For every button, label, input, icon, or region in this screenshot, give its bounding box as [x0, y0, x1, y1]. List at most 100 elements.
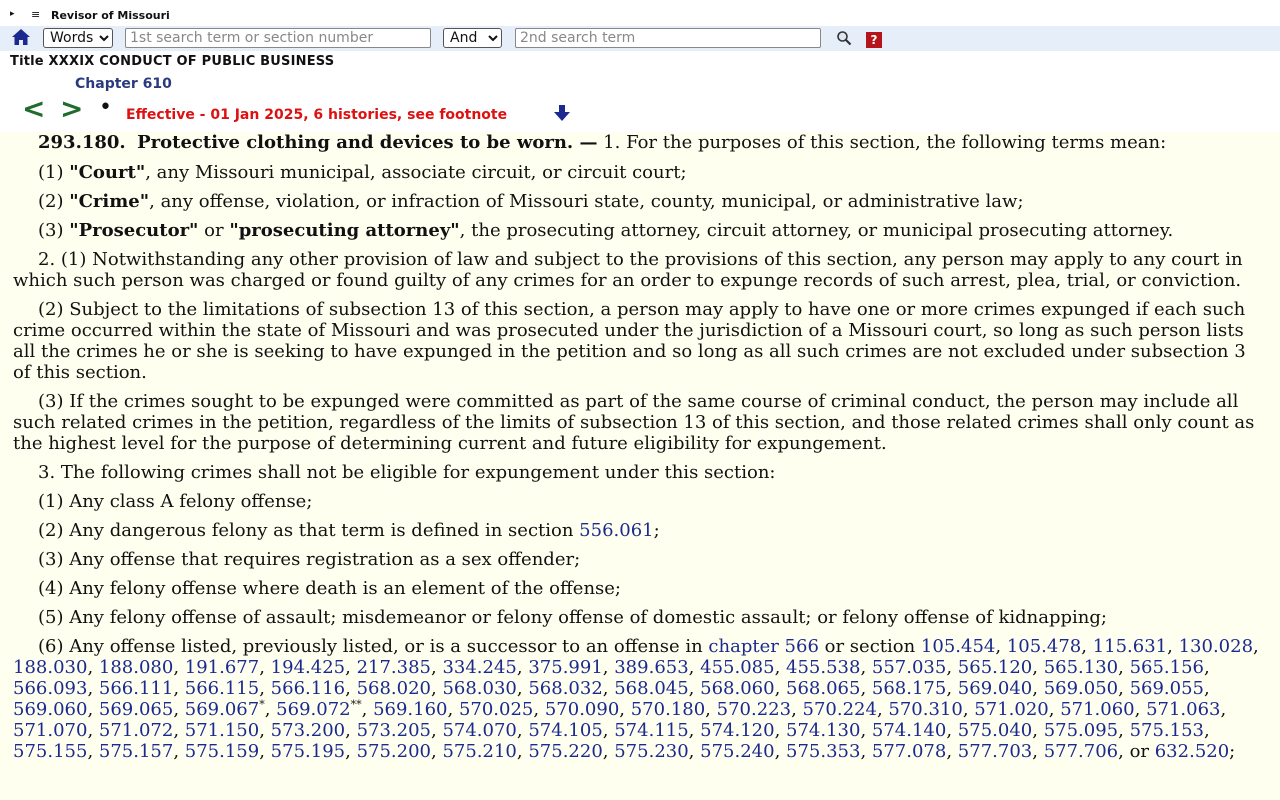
- section-link[interactable]: 571.070: [13, 720, 87, 741]
- section-link[interactable]: 556.061: [579, 520, 653, 541]
- section-link[interactable]: 574.130: [786, 720, 860, 741]
- menu-icon[interactable]: ≡: [31, 8, 40, 21]
- section-link[interactable]: 575.220: [528, 741, 602, 762]
- section-link[interactable]: 574.115: [614, 720, 688, 741]
- section-link[interactable]: 568.065: [786, 678, 860, 699]
- expand-arrow-icon[interactable]: ▸: [10, 9, 15, 19]
- section-link[interactable]: 571.150: [185, 720, 259, 741]
- arrow-down-icon[interactable]: [554, 104, 570, 122]
- section-link[interactable]: 188.030: [13, 657, 87, 678]
- section-link[interactable]: 575.195: [271, 741, 345, 762]
- section-link[interactable]: 565.156: [1130, 657, 1204, 678]
- section-link[interactable]: 188.080: [99, 657, 173, 678]
- section-link[interactable]: 574.105: [528, 720, 602, 741]
- section-link[interactable]: 571.063: [1146, 699, 1220, 720]
- section-dot[interactable]: •: [99, 97, 112, 119]
- section-link[interactable]: 574.140: [872, 720, 946, 741]
- section-link[interactable]: 570.224: [803, 699, 877, 720]
- search-operator-select[interactable]: And: [443, 28, 502, 48]
- chapter-link[interactable]: Chapter 610: [75, 76, 172, 92]
- section-link[interactable]: 455.538: [786, 657, 860, 678]
- section-link[interactable]: 570.025: [459, 699, 533, 720]
- previous-section-button[interactable]: <: [22, 95, 45, 123]
- second-search-term-input[interactable]: [515, 28, 821, 48]
- separator: ,: [1118, 657, 1130, 678]
- section-link[interactable]: 577.706: [1044, 741, 1118, 762]
- section-link[interactable]: 577.078: [872, 741, 946, 762]
- section-link[interactable]: 569.065: [99, 699, 173, 720]
- separator: ,: [431, 678, 443, 699]
- section-link[interactable]: 217.385: [357, 657, 431, 678]
- section-link[interactable]: 575.230: [614, 741, 688, 762]
- section-link[interactable]: 632.520: [1155, 741, 1229, 762]
- section-link[interactable]: 565.130: [1044, 657, 1118, 678]
- section-link[interactable]: 570.180: [631, 699, 705, 720]
- section-link[interactable]: 566.111: [99, 678, 173, 699]
- section-link[interactable]: 566.116: [271, 678, 345, 699]
- next-section-button[interactable]: >: [60, 95, 83, 123]
- section-link[interactable]: 575.040: [958, 720, 1032, 741]
- section-link[interactable]: 575.240: [700, 741, 774, 762]
- section-link[interactable]: 375.991: [528, 657, 602, 678]
- section-link[interactable]: 130.028: [1179, 636, 1253, 657]
- section-link[interactable]: 565.120: [958, 657, 1032, 678]
- separator: ,: [860, 741, 872, 762]
- section-link[interactable]: 455.085: [700, 657, 774, 678]
- section-link[interactable]: 575.155: [13, 741, 87, 762]
- section-link[interactable]: 568.175: [872, 678, 946, 699]
- site-title[interactable]: Revisor of Missouri: [51, 9, 170, 22]
- magnifier-icon[interactable]: [836, 30, 852, 46]
- section-link[interactable]: 569.072: [276, 699, 350, 720]
- section-link[interactable]: 115.631: [1093, 636, 1167, 657]
- section-link[interactable]: 573.200: [271, 720, 345, 741]
- section-link[interactable]: 570.310: [888, 699, 962, 720]
- section-link[interactable]: 389.653: [614, 657, 688, 678]
- separator: ,: [1032, 678, 1044, 699]
- statute-text: 293.180. Protective clothing and devices…: [13, 132, 1267, 770]
- section-link[interactable]: 566.115: [185, 678, 259, 699]
- section-link[interactable]: 568.032: [528, 678, 602, 699]
- section-link[interactable]: 575.095: [1044, 720, 1118, 741]
- definition-prosecutor: (3) "Prosecutor" or "prosecuting attorne…: [38, 220, 1174, 241]
- help-icon[interactable]: ?: [866, 32, 882, 48]
- search-mode-select[interactable]: Words: [43, 28, 113, 48]
- section-link[interactable]: 571.072: [99, 720, 173, 741]
- chapter-566-link[interactable]: chapter 566: [708, 636, 819, 657]
- section-link[interactable]: 334.245: [442, 657, 516, 678]
- section-link[interactable]: 566.093: [13, 678, 87, 699]
- section-link[interactable]: 569.160: [373, 699, 447, 720]
- section-link[interactable]: 568.020: [357, 678, 431, 699]
- section-link[interactable]: 571.020: [974, 699, 1048, 720]
- section-link[interactable]: 105.454: [921, 636, 995, 657]
- section-link[interactable]: 569.050: [1044, 678, 1118, 699]
- section-link[interactable]: 569.055: [1130, 678, 1204, 699]
- section-link[interactable]: 573.205: [357, 720, 431, 741]
- section-link[interactable]: 571.060: [1060, 699, 1134, 720]
- section-link[interactable]: 191.677: [185, 657, 259, 678]
- home-icon[interactable]: [11, 27, 31, 47]
- section-link[interactable]: 568.030: [442, 678, 516, 699]
- section-link[interactable]: 557.035: [872, 657, 946, 678]
- section-link[interactable]: 575.157: [99, 741, 173, 762]
- section-link[interactable]: 577.703: [958, 741, 1032, 762]
- section-link[interactable]: 569.040: [958, 678, 1032, 699]
- effective-date-notice[interactable]: Effective - 01 Jan 2025, 6 histories, se…: [126, 107, 507, 123]
- section-link[interactable]: 574.120: [700, 720, 774, 741]
- section-link[interactable]: 575.210: [442, 741, 516, 762]
- section-link[interactable]: 105.478: [1007, 636, 1081, 657]
- separator: ,: [516, 741, 529, 762]
- exclusion-item-6: (6) Any offense listed, previously liste…: [13, 636, 1259, 762]
- section-link[interactable]: 575.200: [357, 741, 431, 762]
- section-link[interactable]: 575.353: [786, 741, 860, 762]
- section-link[interactable]: 568.060: [700, 678, 774, 699]
- section-link[interactable]: 575.153: [1130, 720, 1204, 741]
- section-link[interactable]: 570.223: [717, 699, 791, 720]
- section-link[interactable]: 568.045: [614, 678, 688, 699]
- section-link[interactable]: 569.060: [13, 699, 87, 720]
- section-link[interactable]: 570.090: [545, 699, 619, 720]
- section-link[interactable]: 569.067: [185, 699, 259, 720]
- section-link[interactable]: 194.425: [271, 657, 345, 678]
- section-link[interactable]: 574.070: [442, 720, 516, 741]
- first-search-term-input[interactable]: [125, 28, 431, 48]
- section-link[interactable]: 575.159: [185, 741, 259, 762]
